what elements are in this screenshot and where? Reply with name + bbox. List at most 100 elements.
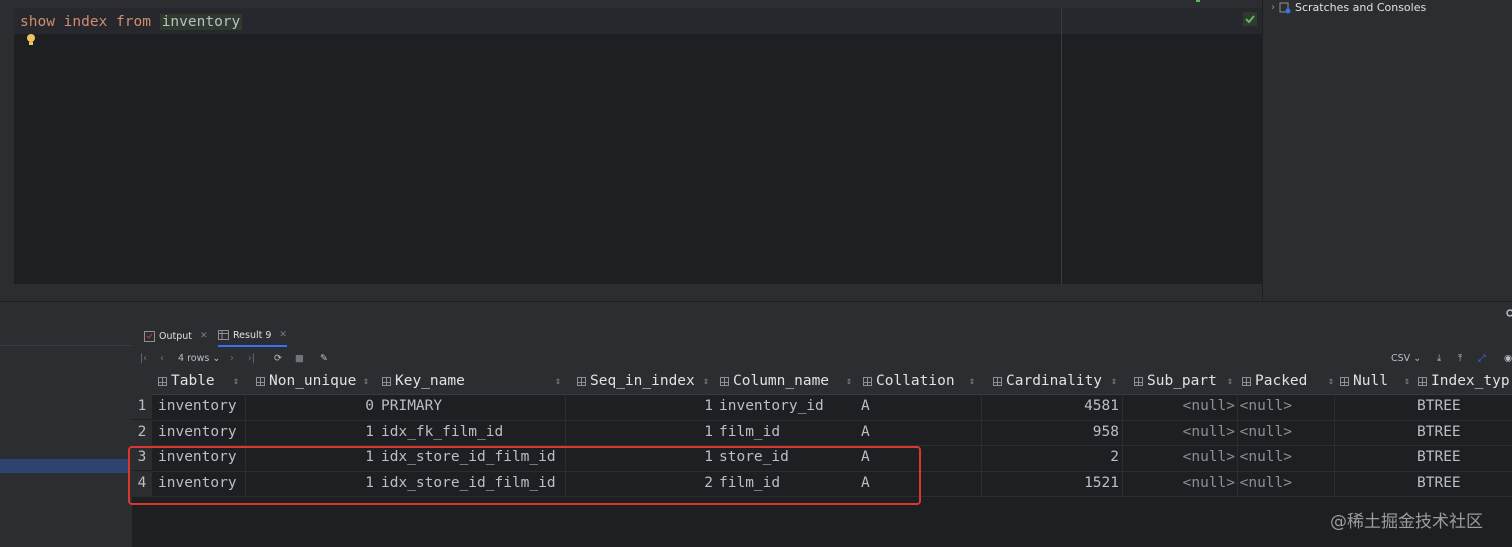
cell-null[interactable]: [1340, 394, 1414, 419]
download-icon[interactable]: ⤓: [1437, 350, 1441, 366]
column-header-label: Seq_in_index: [590, 373, 695, 389]
compare-icon[interactable]: ⤢: [1478, 350, 1486, 366]
sort-icon[interactable]: ⇕: [846, 369, 852, 394]
cell-non-unique[interactable]: 0: [256, 394, 374, 419]
right-margin-guide: [1061, 8, 1062, 284]
column-header-label: Non_unique: [269, 373, 357, 389]
gear-icon[interactable]: [1504, 308, 1512, 318]
sort-icon[interactable]: ⇕: [555, 369, 561, 394]
column-icon: [382, 377, 391, 386]
sort-icon[interactable]: ⇕: [1404, 369, 1410, 394]
cell-sub-part[interactable]: <null>: [1134, 394, 1235, 419]
cell-packed[interactable]: <null>: [1237, 420, 1292, 445]
column-header-cardinality[interactable]: Cardinality ⇕: [993, 369, 1121, 394]
last-page-icon[interactable]: ›|: [248, 350, 255, 366]
column-header-key-name[interactable]: Key_name ⇕: [382, 369, 565, 394]
scratches-node[interactable]: › Scratches and Consoles: [1271, 1, 1426, 14]
cell-seq-in-index[interactable]: 1: [577, 394, 713, 419]
view-icon[interactable]: ◉: [1504, 350, 1512, 366]
refresh-icon[interactable]: ⟳: [274, 350, 282, 366]
rows-count-dropdown[interactable]: 4 rows ⌄: [178, 350, 220, 366]
cell-index-type[interactable]: BTREE: [1417, 471, 1512, 496]
cell-collation[interactable]: A: [861, 420, 977, 445]
chevron-down-icon: ⌄: [212, 352, 221, 364]
lightbulb-icon[interactable]: [26, 33, 36, 47]
export-format-dropdown[interactable]: CSV ⌄: [1391, 350, 1421, 366]
close-icon[interactable]: ✕: [279, 330, 287, 340]
column-header-seq-in-index[interactable]: Seq_in_index ⇕: [577, 369, 713, 394]
cell-index-type[interactable]: BTREE: [1417, 445, 1512, 470]
table-row[interactable]: 1 inventory 0 PRIMARY 1 inventory_id A 4…: [132, 394, 1512, 421]
column-header-index-type[interactable]: Index_typ: [1418, 369, 1512, 394]
cell-index-type[interactable]: BTREE: [1417, 420, 1512, 445]
column-header-null[interactable]: Null ⇕: [1340, 369, 1414, 394]
table-icon: [218, 330, 229, 340]
cell-sub-part[interactable]: <null>: [1134, 420, 1235, 445]
sort-icon[interactable]: ⇕: [1111, 369, 1117, 394]
sql-editor[interactable]: [14, 8, 1262, 284]
cell-column-name[interactable]: film_id: [719, 420, 855, 445]
cell-key-name[interactable]: PRIMARY: [381, 394, 565, 419]
cell-collation[interactable]: A: [861, 394, 977, 419]
sql-table-name: inventory: [159, 14, 243, 30]
sql-statement[interactable]: show index from inventory: [20, 12, 243, 32]
cell-table[interactable]: inventory: [158, 394, 243, 419]
row-number[interactable]: 1: [132, 394, 152, 419]
cell-null[interactable]: [1340, 471, 1414, 496]
sql-keyword-from: from: [116, 14, 151, 30]
column-header-label: Column_name: [733, 373, 830, 389]
tab-result[interactable]: Result 9 ✕: [218, 325, 287, 347]
sort-icon[interactable]: ⇕: [233, 369, 239, 394]
cell-sub-part[interactable]: <null>: [1134, 445, 1235, 470]
cell-null[interactable]: [1340, 420, 1414, 445]
column-header-collation[interactable]: Collation ⇕: [863, 369, 979, 394]
cell-cardinality[interactable]: 2: [993, 445, 1119, 470]
sort-icon[interactable]: ⇕: [1328, 369, 1334, 394]
sort-icon[interactable]: ⇕: [1227, 369, 1233, 394]
cell-index-type[interactable]: BTREE: [1417, 394, 1512, 419]
column-header-label: Collation: [876, 373, 955, 389]
chevron-right-icon[interactable]: ›: [1271, 2, 1275, 13]
cell-packed[interactable]: <null>: [1237, 394, 1292, 419]
scratches-label: Scratches and Consoles: [1295, 1, 1427, 14]
column-header-table[interactable]: Table ⇕: [158, 369, 243, 394]
column-header-packed[interactable]: Packed ⇕: [1242, 369, 1338, 394]
column-header-label: Table: [171, 373, 215, 389]
project-panel: › Scratches and Consoles: [1262, 0, 1512, 301]
cell-packed[interactable]: <null>: [1237, 445, 1292, 470]
rows-count-label: 4 rows: [178, 352, 210, 364]
cell-column-name[interactable]: inventory_id: [719, 394, 855, 419]
cell-null[interactable]: [1340, 445, 1414, 470]
cell-cardinality[interactable]: 958: [993, 420, 1119, 445]
column-header-non-unique[interactable]: Non_unique ⇕: [256, 369, 373, 394]
selected-tree-item[interactable]: [0, 459, 128, 473]
status-indicator: [1196, 0, 1200, 2]
table-row[interactable]: 2 inventory 1 idx_fk_film_id 1 film_id A…: [132, 419, 1512, 446]
pin-icon[interactable]: ✎: [320, 350, 328, 366]
previous-page-icon[interactable]: ‹: [160, 350, 164, 366]
cell-cardinality[interactable]: 4581: [993, 394, 1119, 419]
next-page-icon[interactable]: ›: [230, 350, 234, 366]
close-icon[interactable]: ✕: [200, 331, 208, 341]
cell-cardinality[interactable]: 1521: [993, 471, 1119, 496]
sort-icon[interactable]: ⇕: [703, 369, 709, 394]
stop-icon[interactable]: ■: [295, 350, 304, 366]
upload-icon[interactable]: ⤒: [1458, 350, 1462, 366]
column-icon: [1340, 377, 1349, 386]
output-icon: [144, 330, 155, 342]
cell-packed[interactable]: <null>: [1237, 471, 1292, 496]
sort-icon[interactable]: ⇕: [363, 369, 369, 394]
cell-seq-in-index[interactable]: 1: [577, 420, 713, 445]
first-page-icon[interactable]: |‹: [140, 350, 147, 366]
cell-sub-part[interactable]: <null>: [1134, 471, 1235, 496]
panel-splitter[interactable]: [0, 301, 1512, 326]
tab-output[interactable]: Output ✕: [144, 325, 208, 347]
cell-key-name[interactable]: idx_fk_film_id: [381, 420, 565, 445]
cell-non-unique[interactable]: 1: [256, 420, 374, 445]
sort-icon[interactable]: ⇕: [969, 369, 975, 394]
row-number[interactable]: 2: [132, 419, 152, 445]
column-header-sub-part[interactable]: Sub_part ⇕: [1134, 369, 1237, 394]
cell-table[interactable]: inventory: [158, 420, 243, 445]
checkmark-icon[interactable]: [1243, 12, 1257, 26]
column-header-column-name[interactable]: Column_name ⇕: [720, 369, 856, 394]
